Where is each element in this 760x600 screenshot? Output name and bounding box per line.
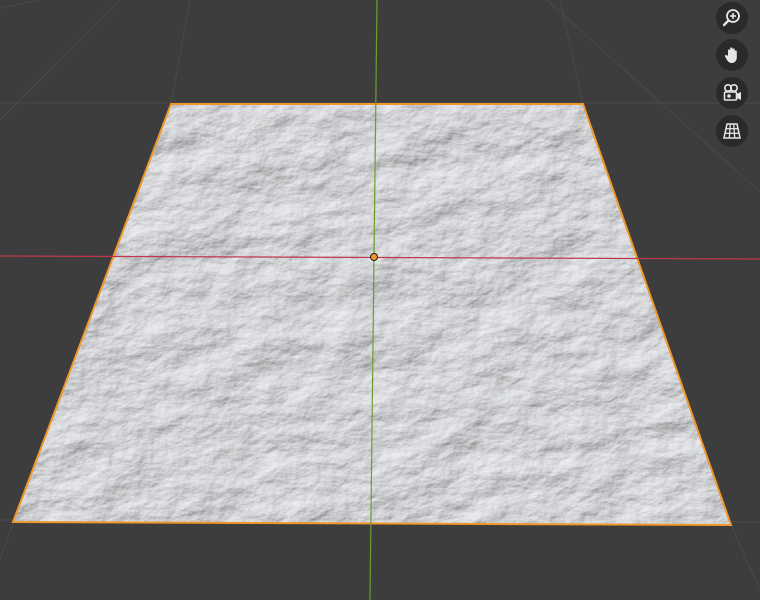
3d-viewport[interactable] bbox=[0, 0, 760, 600]
zoom-in-icon bbox=[722, 9, 740, 27]
grid-perspective-icon bbox=[723, 123, 741, 139]
object-origin[interactable] bbox=[370, 253, 378, 261]
camera-view-button[interactable] bbox=[716, 77, 748, 109]
hand-icon bbox=[724, 47, 737, 63]
perspective-toggle-button[interactable] bbox=[716, 115, 748, 147]
viewport-scene[interactable] bbox=[0, 0, 760, 600]
camera-icon bbox=[723, 83, 741, 101]
terrain-mesh[interactable] bbox=[0, 100, 760, 530]
zoom-button[interactable] bbox=[716, 2, 748, 34]
pan-button[interactable] bbox=[716, 39, 748, 71]
